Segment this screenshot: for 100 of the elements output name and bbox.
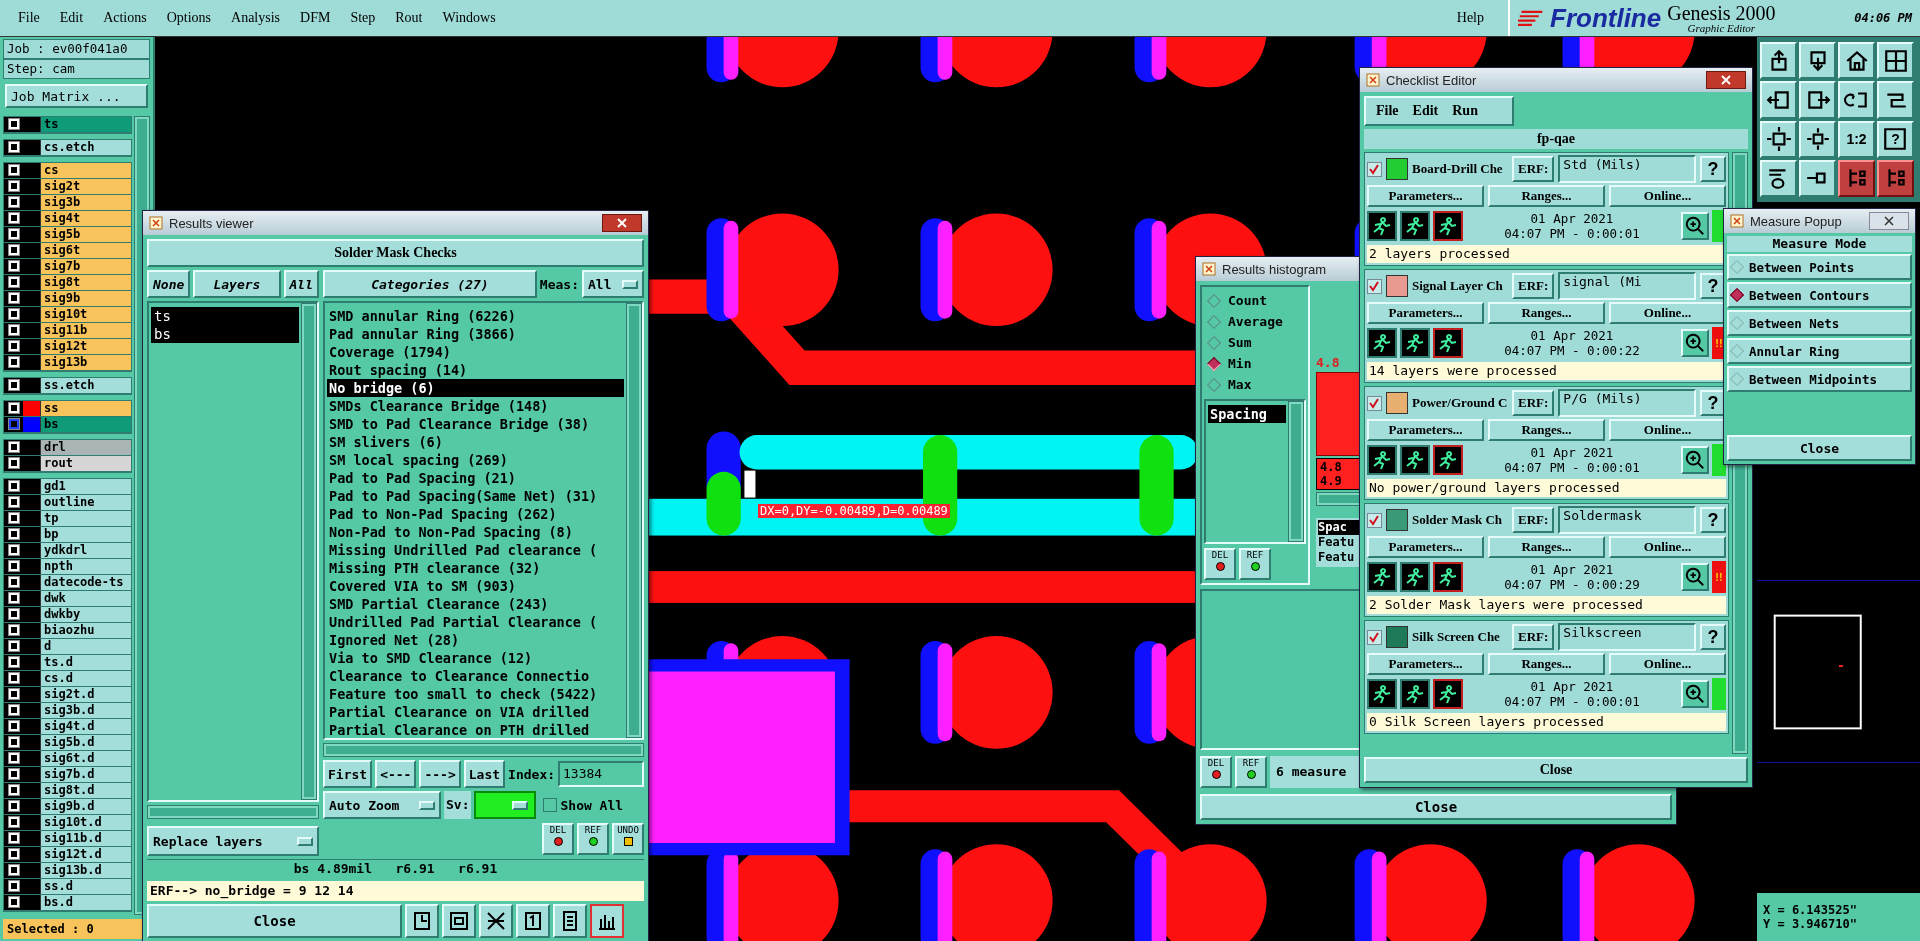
erf-field[interactable]: Std (Mils)	[1558, 155, 1696, 183]
toolbar-button[interactable]: 1:2	[1838, 120, 1875, 158]
help-button[interactable]: ?	[1700, 624, 1726, 650]
category-list-item[interactable]: SMD Partial Clearance (243)	[327, 595, 624, 613]
layer-name[interactable]: sig5b.d	[40, 735, 131, 750]
layer-name[interactable]: sig13b	[40, 355, 131, 370]
navigation-button[interactable]: <---	[375, 760, 417, 788]
menu-item[interactable]: Edit	[1412, 103, 1439, 119]
help-button[interactable]: ?	[1700, 273, 1726, 299]
scrollbar[interactable]	[301, 303, 317, 800]
category-list-item[interactable]: Partial Clearance on VIA drilled	[327, 703, 624, 721]
menu-item[interactable]: File	[1376, 103, 1399, 119]
action-button[interactable]: Ranges...	[1488, 536, 1605, 558]
layer-name[interactable]: sig7b.d	[40, 767, 131, 782]
layer-name[interactable]: sig10t.d	[40, 815, 131, 830]
layer-name[interactable]: sig3b	[40, 195, 131, 210]
erf-button[interactable]: ERF:	[1512, 156, 1555, 182]
zoom-button[interactable]	[1681, 680, 1709, 708]
radio-option[interactable]: Annular Ring	[1727, 338, 1912, 364]
category-list-item[interactable]: Missing PTH clearance (32)	[327, 559, 624, 577]
layer-name[interactable]: ss.d	[40, 879, 131, 894]
measure-list-item[interactable]: Spac	[1318, 520, 1360, 535]
show-all-checkbox[interactable]	[543, 798, 558, 812]
delete-button[interactable]: DEL	[1204, 548, 1236, 580]
layer-name[interactable]: bs	[40, 417, 131, 432]
layer-name[interactable]: outline	[40, 495, 131, 510]
menu-item[interactable]: DFM	[290, 10, 341, 26]
category-list-item[interactable]: Via to SMD Clearance (12)	[327, 649, 624, 667]
category-list-item[interactable]: Coverage (1794)	[327, 343, 624, 361]
radio-option[interactable]: Between Points	[1727, 254, 1912, 280]
action-button[interactable]: Parameters...	[1367, 653, 1484, 675]
run-button[interactable]	[1433, 445, 1463, 475]
layer-name[interactable]: npth	[40, 559, 131, 574]
zoom-button[interactable]	[1681, 212, 1709, 240]
refresh-button[interactable]: REF	[1239, 548, 1271, 580]
layer-name[interactable]: sig6t	[40, 243, 131, 258]
toolbar-button[interactable]	[1838, 159, 1875, 197]
layer-name[interactable]: sig8t.d	[40, 783, 131, 798]
navigation-button[interactable]: First	[323, 760, 373, 788]
radio-option[interactable]: Average	[1206, 314, 1304, 329]
action-button[interactable]: Online...	[1609, 419, 1726, 441]
zoom-button[interactable]	[1681, 329, 1709, 357]
run-button[interactable]	[1433, 679, 1463, 709]
category-list-item[interactable]: Covered VIA to SM (903)	[327, 577, 624, 595]
scrollbar[interactable]	[1288, 401, 1304, 542]
menu-item[interactable]: Windows	[432, 10, 506, 26]
layer-list-item[interactable]: ts	[151, 307, 299, 325]
category-list-item[interactable]: Ignored Net (28)	[327, 631, 624, 649]
layer-name[interactable]: datecode-ts	[40, 575, 131, 590]
layer-name[interactable]: tp	[40, 511, 131, 526]
category-list-item[interactable]: SMD to Pad Clearance Bridge (38)	[327, 415, 624, 433]
layer-name[interactable]: rout	[40, 456, 131, 471]
zoom-button[interactable]	[1681, 563, 1709, 591]
layer-name[interactable]: sig12t	[40, 339, 131, 354]
toolbar-button[interactable]	[1877, 159, 1914, 197]
layer-name[interactable]: sig6t.d	[40, 751, 131, 766]
radio-option[interactable]: Min	[1206, 356, 1304, 371]
close-button[interactable]	[1706, 71, 1746, 89]
radio-option[interactable]: Sum	[1206, 335, 1304, 350]
action-button[interactable]: Online...	[1609, 536, 1726, 558]
help-menu[interactable]: Help	[1446, 10, 1494, 26]
action-button[interactable]: Parameters...	[1367, 536, 1484, 558]
scrollbar[interactable]	[323, 743, 644, 757]
category-list-item[interactable]: SMD annular Ring (6226)	[327, 307, 624, 325]
close-button[interactable]: Close	[147, 904, 402, 938]
layer-name[interactable]: sig5b	[40, 227, 131, 242]
category-list-item[interactable]: Partial Clearance on PTH drilled	[327, 721, 624, 738]
action-button[interactable]: Ranges...	[1488, 302, 1605, 324]
layer-name[interactable]: sig11b	[40, 323, 131, 338]
category-list-item[interactable]: Rout spacing (14)	[327, 361, 624, 379]
layer-name[interactable]: sig2t.d	[40, 687, 131, 702]
run-button[interactable]	[1433, 211, 1463, 241]
run-button[interactable]	[1400, 328, 1430, 358]
zoom-button[interactable]	[1681, 446, 1709, 474]
layer-filter-button[interactable]: None	[147, 270, 191, 298]
action-button[interactable]: Ranges...	[1488, 185, 1605, 207]
zoom-mode-dropdown[interactable]: Auto Zoom	[323, 791, 441, 819]
layer-name[interactable]: sig9b	[40, 291, 131, 306]
action-checkbox[interactable]	[1367, 278, 1382, 294]
run-button[interactable]	[1367, 328, 1397, 358]
layer-filter-button[interactable]: Layers	[193, 270, 281, 298]
run-button[interactable]	[1367, 679, 1397, 709]
layer-name[interactable]: sig13b.d	[40, 863, 131, 878]
run-button[interactable]	[1433, 562, 1463, 592]
run-button[interactable]	[1367, 562, 1397, 592]
layer-name[interactable]: sig4t.d	[40, 719, 131, 734]
close-button[interactable]: Close	[1727, 435, 1912, 461]
minimap[interactable]	[1757, 580, 1920, 763]
run-button[interactable]	[1400, 562, 1430, 592]
help-button[interactable]: ?	[1700, 507, 1726, 533]
layer-name[interactable]: d	[40, 639, 131, 654]
layer-name[interactable]: ss.etch	[40, 378, 131, 393]
layer-name[interactable]: sig4t	[40, 211, 131, 226]
layer-list-item[interactable]: bs	[151, 325, 299, 343]
run-button[interactable]	[1367, 445, 1397, 475]
tool-button[interactable]	[590, 904, 624, 938]
delete-button[interactable]: DEL	[542, 823, 574, 855]
erf-field[interactable]: signal (Mi	[1558, 272, 1696, 300]
erf-button[interactable]: ERF:	[1512, 624, 1555, 650]
menu-item[interactable]: File	[8, 10, 50, 26]
